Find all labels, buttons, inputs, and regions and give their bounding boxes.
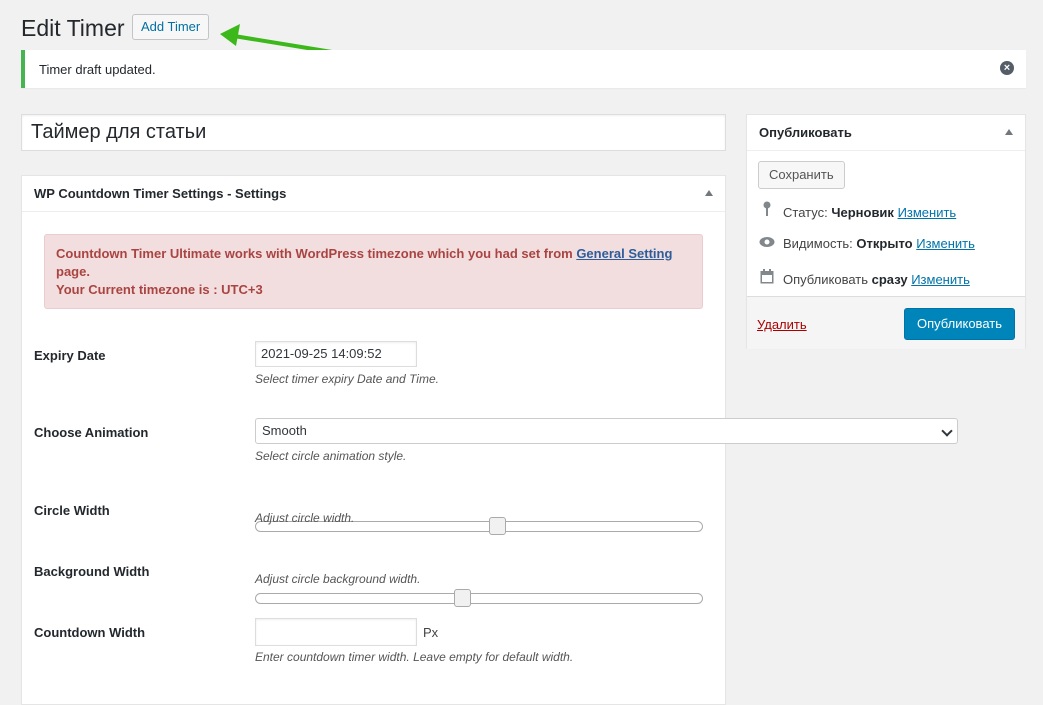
background-width-slider[interactable] xyxy=(255,589,703,607)
background-width-description: Adjust circle background width. xyxy=(255,572,421,586)
notice-text: Timer draft updated. xyxy=(39,62,156,77)
animation-select[interactable]: Smooth xyxy=(255,418,958,444)
add-timer-button[interactable]: Add Timer xyxy=(132,14,210,40)
collapse-arrow-icon[interactable] xyxy=(705,190,713,196)
status-label: Статус: xyxy=(783,205,828,220)
settings-metabox: WP Countdown Timer Settings - Settings C… xyxy=(21,175,958,705)
publish-title: Опубликовать xyxy=(759,125,852,140)
settings-title: WP Countdown Timer Settings - Settings xyxy=(34,186,287,201)
visibility-row: Видимость: Открыто Изменить xyxy=(759,235,975,253)
collapse-arrow-icon[interactable] xyxy=(1005,129,1013,135)
slider-handle[interactable] xyxy=(454,589,471,607)
edit-schedule-link[interactable]: Изменить xyxy=(911,272,970,287)
circle-width-description: Adjust circle width. xyxy=(255,511,355,525)
calendar-icon xyxy=(759,269,775,289)
save-draft-button[interactable]: Сохранить xyxy=(758,161,845,189)
expiry-date-input[interactable]: 2021-09-25 14:09:52 xyxy=(255,341,417,367)
visibility-label: Видимость: xyxy=(783,236,853,251)
publish-button[interactable]: Опубликовать xyxy=(903,308,1015,340)
publish-header[interactable]: Опубликовать xyxy=(747,115,1025,151)
publish-metabox: Опубликовать Сохранить Статус: Черновик … xyxy=(746,114,1026,349)
status-value: Черновик xyxy=(831,205,894,220)
schedule-label: Опубликовать xyxy=(783,272,869,287)
slider-handle[interactable] xyxy=(489,517,506,535)
close-circle-icon[interactable]: × xyxy=(1000,61,1014,75)
expiry-date-description: Select timer expiry Date and Time. xyxy=(255,372,439,386)
countdown-width-input[interactable] xyxy=(255,618,417,646)
general-setting-link[interactable]: General Setting xyxy=(576,246,672,261)
animation-label: Choose Animation xyxy=(34,425,149,440)
settings-header[interactable]: WP Countdown Timer Settings - Settings xyxy=(22,176,725,212)
draft-updated-notice: Timer draft updated. × xyxy=(21,50,1026,88)
px-unit-label: Px xyxy=(423,625,439,640)
publish-actions: Удалить Опубликовать xyxy=(747,296,1025,349)
warning-page-text: page. xyxy=(56,264,90,279)
eye-icon xyxy=(759,235,775,253)
animation-description: Select circle animation style. xyxy=(255,449,407,463)
background-width-label: Background Width xyxy=(34,564,150,579)
visibility-value: Открыто xyxy=(856,236,913,251)
countdown-width-description: Enter countdown timer width. Leave empty… xyxy=(255,650,574,664)
circle-width-label: Circle Width xyxy=(34,503,110,518)
page-title: Edit Timer xyxy=(21,15,125,41)
expiry-date-label: Expiry Date xyxy=(34,348,106,363)
schedule-value: сразу xyxy=(871,272,908,287)
countdown-width-label: Countdown Width xyxy=(34,625,146,640)
edit-visibility-link[interactable]: Изменить xyxy=(916,236,975,251)
status-row: Статус: Черновик Изменить xyxy=(759,201,957,222)
post-title-input[interactable]: Таймер для статьи xyxy=(21,114,726,151)
schedule-row: Опубликовать сразу Изменить xyxy=(759,269,970,287)
edit-status-link[interactable]: Изменить xyxy=(898,205,957,220)
delete-link[interactable]: Удалить xyxy=(757,317,807,332)
timezone-warning: Countdown Timer Ultimate works with Word… xyxy=(44,234,703,309)
pin-icon xyxy=(759,201,775,222)
warning-text: Countdown Timer Ultimate works with Word… xyxy=(56,246,577,261)
timezone-text: Your Current timezone is : UTC+3 xyxy=(56,282,263,297)
chevron-down-icon xyxy=(941,425,953,437)
animation-selected: Smooth xyxy=(262,423,307,438)
